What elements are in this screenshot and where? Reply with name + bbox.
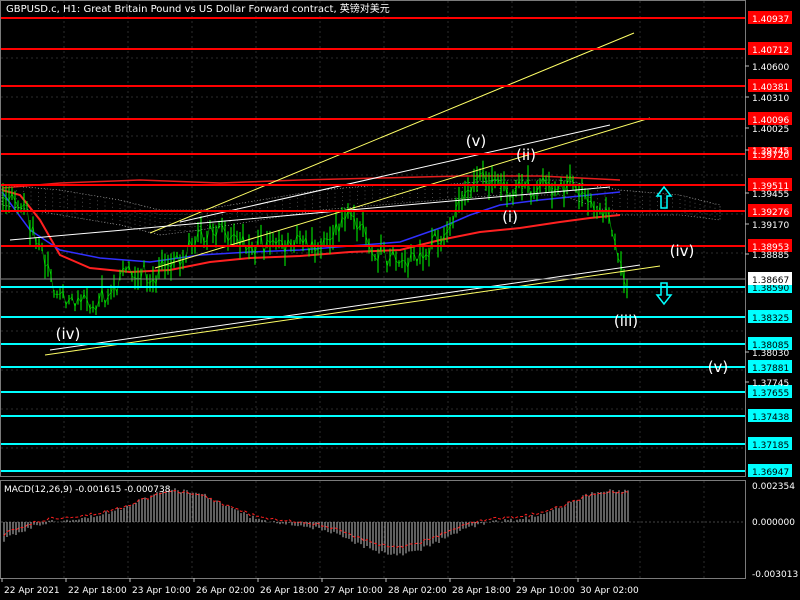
support-price-label: 1.36947 [752, 468, 789, 478]
resistance-price-label: 1.40937 [752, 15, 789, 25]
support-price-label: 1.37881 [752, 364, 789, 374]
time-label: 29 Apr 10:00 [516, 586, 575, 596]
wave-label: (v) [466, 132, 487, 150]
price-label: 1.40025 [752, 125, 789, 135]
macd-axis-label: -0.003013 [752, 570, 798, 580]
support-price-label: 1.37185 [752, 441, 789, 451]
chart-title: GBPUSD.c, H1: Great Britain Pound vs US … [6, 2, 390, 15]
time-label: 28 Apr 18:00 [452, 586, 511, 596]
support-price-label: 1.38325 [752, 314, 789, 324]
support-price-label: 1.37655 [752, 389, 789, 399]
resistance-price-label: 1.39276 [752, 208, 789, 218]
time-label: 26 Apr 18:00 [260, 586, 319, 596]
time-label: 27 Apr 10:00 [324, 586, 383, 596]
price-label: 1.40310 [752, 94, 789, 104]
wave-label: (iii) [614, 312, 638, 330]
time-label: 28 Apr 02:00 [388, 586, 447, 596]
price-label: 1.40600 [752, 63, 789, 73]
price-label: 1.39455 [752, 190, 789, 200]
wave-label: (v) [708, 358, 729, 376]
time-label: 22 Apr 18:00 [68, 586, 127, 596]
trading-chart[interactable]: (v) (ii) (i) (iv) (iv) (iii) (v) 1.40937 1.4071… [0, 0, 800, 600]
macd-title: MACD(12,26,9) -0.001615 -0.000738 [4, 485, 171, 495]
price-label: 1.37745 [752, 379, 789, 389]
price-label: 1.39170 [752, 221, 789, 231]
price-label: 1.38885 [752, 251, 789, 261]
time-label: 22 Apr 2021 [4, 586, 60, 596]
support-price-label: 1.37438 [752, 413, 789, 423]
price-label: 1.38030 [752, 349, 789, 359]
wave-label: (i) [502, 208, 518, 226]
macd-axis-label: 0.000000 [752, 518, 795, 528]
macd-axis-label: 0.002354 [752, 482, 795, 492]
time-label: 23 Apr 10:00 [132, 586, 191, 596]
resistance-price-label: 1.40712 [752, 46, 789, 56]
wave-label: (iv) [670, 242, 695, 260]
current-price-label: 1.38667 [752, 276, 789, 286]
time-label: 26 Apr 02:00 [196, 586, 255, 596]
resistance-price-label: 1.40381 [752, 83, 789, 93]
wave-label: (iv) [56, 325, 81, 343]
price-label: 1.39745 [752, 147, 789, 157]
time-label: 30 Apr 02:00 [580, 586, 639, 596]
wave-label: (ii) [516, 146, 536, 164]
